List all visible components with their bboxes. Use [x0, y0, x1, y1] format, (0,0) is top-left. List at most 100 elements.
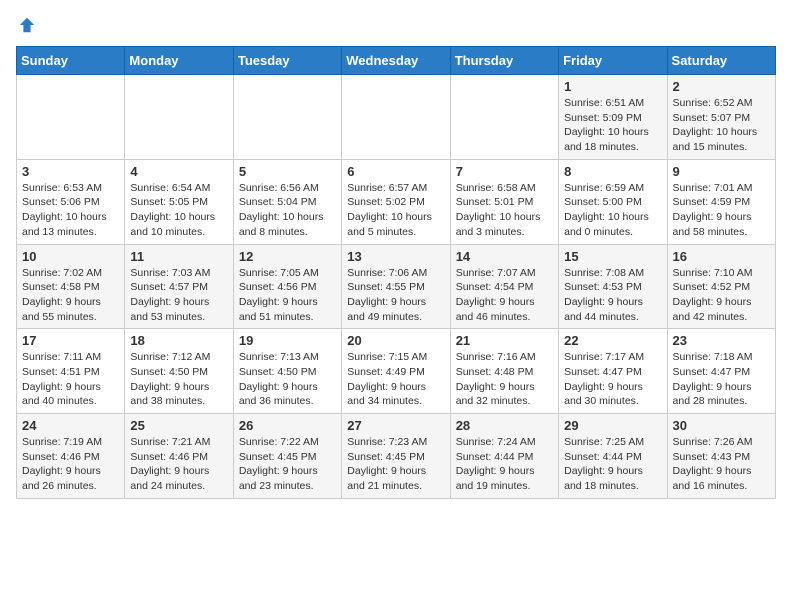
calendar-cell: 4 Sunrise: 6:54 AM Sunset: 5:05 PM Daylig…: [125, 159, 233, 244]
calendar-cell: [17, 75, 125, 160]
day-info: Sunrise: 7:21 AM Sunset: 4:46 PM Dayligh…: [130, 435, 227, 494]
calendar-week-row: 1 Sunrise: 6:51 AM Sunset: 5:09 PM Daylig…: [17, 75, 776, 160]
calendar-cell: 16 Sunrise: 7:10 AM Sunset: 4:52 PM Dayli…: [667, 244, 775, 329]
calendar-cell: 2 Sunrise: 6:52 AM Sunset: 5:07 PM Daylig…: [667, 75, 775, 160]
day-number: 24: [22, 418, 119, 433]
calendar-cell: [342, 75, 450, 160]
day-info: Sunrise: 6:59 AM Sunset: 5:00 PM Dayligh…: [564, 181, 661, 240]
calendar-cell: 5 Sunrise: 6:56 AM Sunset: 5:04 PM Daylig…: [233, 159, 341, 244]
day-number: 13: [347, 249, 444, 264]
calendar-cell: 25 Sunrise: 7:21 AM Sunset: 4:46 PM Dayli…: [125, 414, 233, 499]
calendar-week-row: 17Sunrise: 7:11 AM Sunset: 4:51 PM Dayli…: [17, 329, 776, 414]
calendar-week-row: 10 Sunrise: 7:02 AM Sunset: 4:58 PM Dayli…: [17, 244, 776, 329]
day-info: Sunrise: 6:51 AM Sunset: 5:09 PM Dayligh…: [564, 96, 661, 155]
day-info: Sunrise: 7:17 AM Sunset: 4:47 PM Dayligh…: [564, 350, 661, 409]
day-info: Sunrise: 7:07 AM Sunset: 4:54 PM Dayligh…: [456, 266, 553, 325]
day-info: Sunrise: 7:15 AM Sunset: 4:49 PM Dayligh…: [347, 350, 444, 409]
calendar-cell: 15 Sunrise: 7:08 AM Sunset: 4:53 PM Dayli…: [559, 244, 667, 329]
day-info: Sunrise: 7:19 AM Sunset: 4:46 PM Dayligh…: [22, 435, 119, 494]
day-number: 18: [130, 333, 227, 348]
weekday-header-row: SundayMondayTuesdayWednesdayThursdayFrid…: [17, 47, 776, 75]
calendar-cell: 12 Sunrise: 7:05 AM Sunset: 4:56 PM Dayli…: [233, 244, 341, 329]
weekday-header-sunday: Sunday: [17, 47, 125, 75]
day-info: Sunrise: 7:02 AM Sunset: 4:58 PM Dayligh…: [22, 266, 119, 325]
calendar-cell: 14 Sunrise: 7:07 AM Sunset: 4:54 PM Dayli…: [450, 244, 558, 329]
day-number: 9: [673, 164, 770, 179]
calendar-cell: [125, 75, 233, 160]
day-number: 21: [456, 333, 553, 348]
day-info: Sunrise: 7:24 AM Sunset: 4:44 PM Dayligh…: [456, 435, 553, 494]
calendar-cell: 10 Sunrise: 7:02 AM Sunset: 4:58 PM Dayli…: [17, 244, 125, 329]
day-number: 20: [347, 333, 444, 348]
day-number: 27: [347, 418, 444, 433]
calendar-cell: 27 Sunrise: 7:23 AM Sunset: 4:45 PM Dayli…: [342, 414, 450, 499]
day-info: Sunrise: 6:52 AM Sunset: 5:07 PM Dayligh…: [673, 96, 770, 155]
calendar-cell: 29 Sunrise: 7:25 AM Sunset: 4:44 PM Dayli…: [559, 414, 667, 499]
day-info: Sunrise: 6:54 AM Sunset: 5:05 PM Dayligh…: [130, 181, 227, 240]
day-number: 12: [239, 249, 336, 264]
calendar-cell: 26Sunrise: 7:22 AM Sunset: 4:45 PM Dayli…: [233, 414, 341, 499]
calendar-cell: 18 Sunrise: 7:12 AM Sunset: 4:50 PM Dayli…: [125, 329, 233, 414]
day-number: 25: [130, 418, 227, 433]
day-info: Sunrise: 7:01 AM Sunset: 4:59 PM Dayligh…: [673, 181, 770, 240]
day-number: 4: [130, 164, 227, 179]
weekday-header-tuesday: Tuesday: [233, 47, 341, 75]
calendar-cell: 24 Sunrise: 7:19 AM Sunset: 4:46 PM Dayli…: [17, 414, 125, 499]
logo-icon: [18, 16, 36, 34]
day-number: 8: [564, 164, 661, 179]
weekday-header-friday: Friday: [559, 47, 667, 75]
logo: [16, 16, 36, 34]
calendar-table: SundayMondayTuesdayWednesdayThursdayFrid…: [16, 46, 776, 499]
day-info: Sunrise: 6:58 AM Sunset: 5:01 PM Dayligh…: [456, 181, 553, 240]
calendar-cell: 6 Sunrise: 6:57 AM Sunset: 5:02 PM Daylig…: [342, 159, 450, 244]
day-number: 5: [239, 164, 336, 179]
calendar-cell: 7Sunrise: 6:58 AM Sunset: 5:01 PM Daylig…: [450, 159, 558, 244]
calendar-cell: 19Sunrise: 7:13 AM Sunset: 4:50 PM Dayli…: [233, 329, 341, 414]
weekday-header-thursday: Thursday: [450, 47, 558, 75]
day-number: 19: [239, 333, 336, 348]
weekday-header-monday: Monday: [125, 47, 233, 75]
calendar-cell: 9 Sunrise: 7:01 AM Sunset: 4:59 PM Daylig…: [667, 159, 775, 244]
day-info: Sunrise: 7:05 AM Sunset: 4:56 PM Dayligh…: [239, 266, 336, 325]
calendar-cell: 30Sunrise: 7:26 AM Sunset: 4:43 PM Dayli…: [667, 414, 775, 499]
day-info: Sunrise: 6:56 AM Sunset: 5:04 PM Dayligh…: [239, 181, 336, 240]
day-info: Sunrise: 7:10 AM Sunset: 4:52 PM Dayligh…: [673, 266, 770, 325]
day-info: Sunrise: 7:22 AM Sunset: 4:45 PM Dayligh…: [239, 435, 336, 494]
day-number: 15: [564, 249, 661, 264]
calendar-cell: 11 Sunrise: 7:03 AM Sunset: 4:57 PM Dayli…: [125, 244, 233, 329]
calendar-cell: 28 Sunrise: 7:24 AM Sunset: 4:44 PM Dayli…: [450, 414, 558, 499]
day-info: Sunrise: 6:53 AM Sunset: 5:06 PM Dayligh…: [22, 181, 119, 240]
calendar-cell: 23Sunrise: 7:18 AM Sunset: 4:47 PM Dayli…: [667, 329, 775, 414]
day-info: Sunrise: 7:08 AM Sunset: 4:53 PM Dayligh…: [564, 266, 661, 325]
day-number: 14: [456, 249, 553, 264]
day-number: 29: [564, 418, 661, 433]
calendar-cell: 13 Sunrise: 7:06 AM Sunset: 4:55 PM Dayli…: [342, 244, 450, 329]
calendar-cell: 8 Sunrise: 6:59 AM Sunset: 5:00 PM Daylig…: [559, 159, 667, 244]
day-number: 3: [22, 164, 119, 179]
day-info: Sunrise: 7:16 AM Sunset: 4:48 PM Dayligh…: [456, 350, 553, 409]
day-number: 30: [673, 418, 770, 433]
day-info: Sunrise: 7:11 AM Sunset: 4:51 PM Dayligh…: [22, 350, 119, 409]
calendar-week-row: 3 Sunrise: 6:53 AM Sunset: 5:06 PM Daylig…: [17, 159, 776, 244]
weekday-header-saturday: Saturday: [667, 47, 775, 75]
calendar-cell: 21 Sunrise: 7:16 AM Sunset: 4:48 PM Dayli…: [450, 329, 558, 414]
day-info: Sunrise: 7:18 AM Sunset: 4:47 PM Dayligh…: [673, 350, 770, 409]
day-number: 2: [673, 79, 770, 94]
calendar-cell: 17Sunrise: 7:11 AM Sunset: 4:51 PM Dayli…: [17, 329, 125, 414]
day-info: Sunrise: 7:06 AM Sunset: 4:55 PM Dayligh…: [347, 266, 444, 325]
day-number: 28: [456, 418, 553, 433]
day-info: Sunrise: 7:12 AM Sunset: 4:50 PM Dayligh…: [130, 350, 227, 409]
weekday-header-wednesday: Wednesday: [342, 47, 450, 75]
day-number: 16: [673, 249, 770, 264]
day-info: Sunrise: 6:57 AM Sunset: 5:02 PM Dayligh…: [347, 181, 444, 240]
day-info: Sunrise: 7:03 AM Sunset: 4:57 PM Dayligh…: [130, 266, 227, 325]
calendar-cell: 1 Sunrise: 6:51 AM Sunset: 5:09 PM Daylig…: [559, 75, 667, 160]
day-info: Sunrise: 7:25 AM Sunset: 4:44 PM Dayligh…: [564, 435, 661, 494]
day-info: Sunrise: 7:23 AM Sunset: 4:45 PM Dayligh…: [347, 435, 444, 494]
day-number: 6: [347, 164, 444, 179]
calendar-cell: [450, 75, 558, 160]
day-number: 10: [22, 249, 119, 264]
calendar-cell: 20 Sunrise: 7:15 AM Sunset: 4:49 PM Dayli…: [342, 329, 450, 414]
day-number: 1: [564, 79, 661, 94]
day-number: 11: [130, 249, 227, 264]
